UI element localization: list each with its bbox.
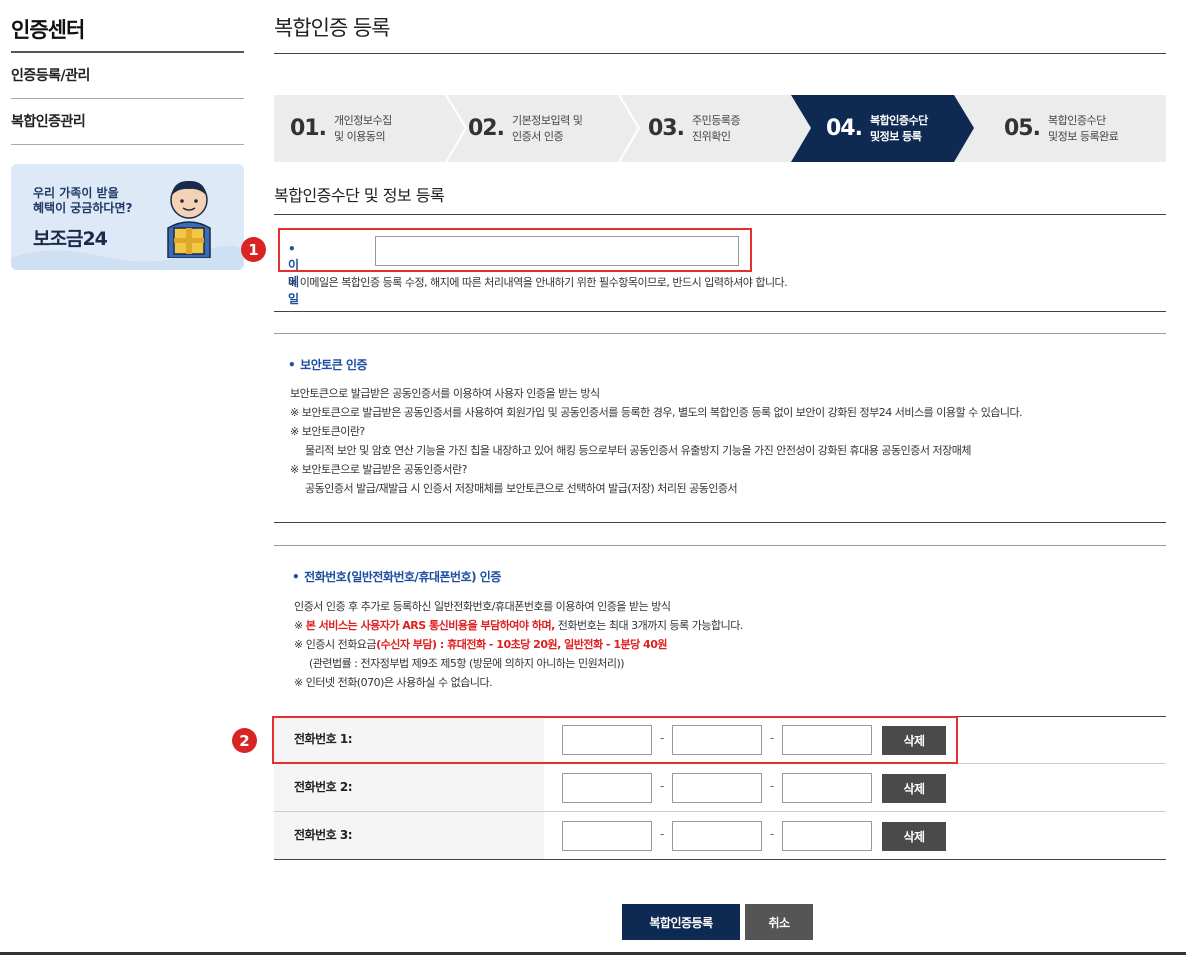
banner-name: 보조금24 <box>33 228 108 250</box>
security-token-label: 보안토큰 인증 <box>288 356 367 373</box>
divider <box>274 214 1166 215</box>
divider <box>274 545 1166 546</box>
dash: - <box>770 827 775 841</box>
sidebar-item-cert-manage[interactable]: 인증등록/관리 <box>11 53 244 99</box>
phone-3-part2-input[interactable] <box>672 821 762 851</box>
step-04-active: 04. 복합인증수단 및정보 등록 <box>826 113 928 143</box>
phone-3-delete-button[interactable]: 삭제 <box>882 822 946 851</box>
subsidy-banner[interactable]: 우리 가족이 받을 혜택이 궁금하다면? 보조금24 <box>11 164 244 270</box>
phone-auth-description: 인증서 인증 후 추가로 등록하신 일반전화번호/휴대폰번호를 이용하여 인증을… <box>294 600 743 689</box>
phone-2-part2-input[interactable] <box>672 773 762 803</box>
phone-2-part1-input[interactable] <box>562 773 652 803</box>
phone-auth-label: 전화번호(일반전화번호/휴대폰번호) 인증 <box>292 568 501 585</box>
divider <box>274 333 1166 334</box>
mascot-icon <box>167 180 211 258</box>
divider <box>274 311 1166 312</box>
sidebar: 인증센터 인증등록/관리 복합인증관리 우리 가족이 받을 혜택이 궁금하다면?… <box>11 0 244 270</box>
main-content: 복합인증 등록 01. 개인정보수집 및 이용동의 02. 기본정보입력 및 인증서… <box>232 0 1166 940</box>
step-01: 01. 개인정보수집 및 이용동의 <box>290 113 392 143</box>
phone-3-part3-input[interactable] <box>782 821 872 851</box>
highlight-box-1 <box>278 228 752 272</box>
highlight-box-2 <box>272 716 958 764</box>
cancel-button[interactable]: 취소 <box>745 904 813 940</box>
phone-label: 전화번호 3: <box>274 812 544 859</box>
step-05: 05. 복합인증수단 및정보 등록완료 <box>1004 113 1119 143</box>
phone-label: 전화번호 2: <box>274 764 544 811</box>
phone-row-2: 전화번호 2: - - 삭제 <box>274 764 1166 812</box>
phone-3-part1-input[interactable] <box>562 821 652 851</box>
phone-2-part3-input[interactable] <box>782 773 872 803</box>
sidebar-title: 인증센터 <box>11 0 244 53</box>
annotation-badge-1: 1 <box>241 237 266 262</box>
phone-2-delete-button[interactable]: 삭제 <box>882 774 946 803</box>
page-title: 복합인증 등록 <box>274 0 1166 54</box>
banner-text: 우리 가족이 받을 혜택이 궁금하다면? <box>33 186 133 215</box>
annotation-badge-2: 2 <box>232 728 257 753</box>
register-button[interactable]: 복합인증등록 <box>622 904 740 940</box>
sidebar-item-multi-auth[interactable]: 복합인증관리 <box>11 99 244 145</box>
email-note: ※ 이메일은 복합인증 등록 수정, 해지에 따른 처리내역을 안내하기 위한 … <box>288 276 788 289</box>
dash: - <box>660 779 665 793</box>
step-02: 02. 기본정보입력 및 인증서 인증 <box>468 113 583 143</box>
step-03: 03. 주민등록증 진위확인 <box>648 113 741 143</box>
step-indicator: 01. 개인정보수집 및 이용동의 02. 기본정보입력 및 인증서 인증 03. … <box>274 95 1166 162</box>
phone-row-3: 전화번호 3: - - 삭제 <box>274 812 1166 860</box>
security-token-description: 보안토큰으로 발급받은 공동인증서를 이용하여 사용자 인증을 받는 방식 ※ … <box>290 387 1023 495</box>
dash: - <box>770 779 775 793</box>
section-title: 복합인증수단 및 정보 등록 <box>274 186 445 205</box>
divider <box>274 522 1166 523</box>
dash: - <box>660 827 665 841</box>
